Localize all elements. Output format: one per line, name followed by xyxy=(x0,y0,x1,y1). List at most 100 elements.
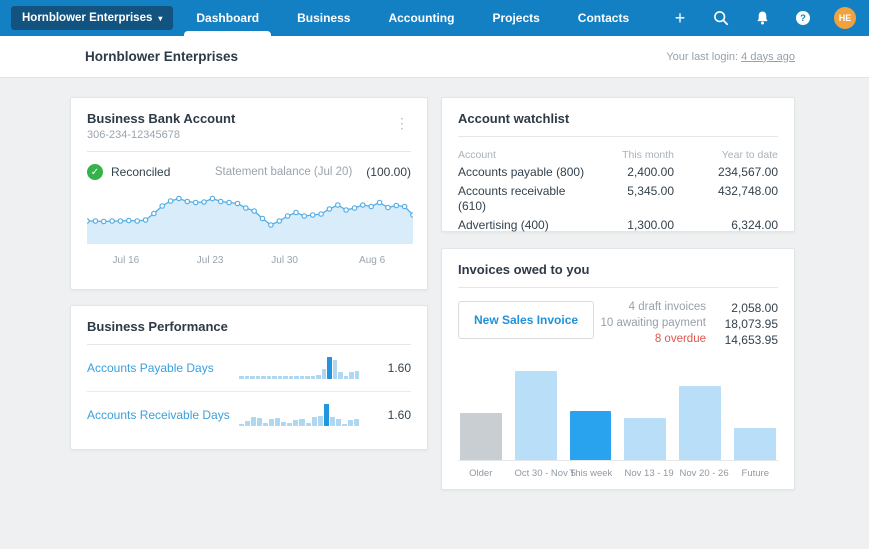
nav-tab-projects[interactable]: Projects xyxy=(492,0,539,36)
invoice-bar xyxy=(514,371,557,460)
invoices-chart-labels: Older Oct 30 - Nov 5 This week Nov 13 - 19 N… xyxy=(458,468,778,479)
bank-account-card: Business Bank Account 306-234-12345678 ⋮… xyxy=(70,97,428,290)
performance-card-title: Business Performance xyxy=(87,319,228,334)
reconciled-row: ✓ Reconciled Statement balance (Jul 20) … xyxy=(87,164,411,180)
performance-value: 1.60 xyxy=(387,361,411,375)
mini-bar xyxy=(310,376,315,379)
watchlist-month-cell: 5,345.00 xyxy=(627,184,674,198)
chevron-down-icon: ▾ xyxy=(158,13,163,23)
mini-bar xyxy=(316,374,321,379)
mini-bar xyxy=(343,375,348,379)
invoice-bar xyxy=(679,385,722,460)
performance-row: Accounts Receivable Days 1.60 xyxy=(87,392,411,438)
avatar[interactable]: HE xyxy=(834,7,856,29)
account-watchlist-card: Account watchlist Account This month Year … xyxy=(441,97,795,232)
business-performance-card: Business Performance Accounts Payable Da… xyxy=(70,305,428,450)
sparkline-svg xyxy=(84,195,416,244)
nav-right: + ? HE xyxy=(670,7,869,29)
mini-bar xyxy=(338,372,343,379)
mini-bar xyxy=(250,375,255,379)
invoice-bar xyxy=(569,410,612,460)
search-glyph xyxy=(714,11,729,26)
mini-bar xyxy=(332,360,337,379)
x-tick-label: Jul 30 xyxy=(271,255,298,266)
watchlist-month-cell: 1,300.00 xyxy=(627,218,674,232)
mini-bar xyxy=(275,417,281,426)
check-icon: ✓ xyxy=(87,164,103,180)
mini-bar-chart xyxy=(239,357,359,379)
nav-tab-contacts[interactable]: Contacts xyxy=(578,0,629,36)
performance-row: Accounts Payable Days 1.60 xyxy=(87,345,411,391)
watchlist-card-title: Account watchlist xyxy=(458,111,570,126)
x-tick-label: Aug 6 xyxy=(359,255,386,266)
mini-bar xyxy=(239,376,244,379)
plus-icon[interactable]: + xyxy=(670,8,690,28)
mini-bar xyxy=(305,423,311,426)
bell-icon[interactable] xyxy=(752,8,772,28)
summary-label: 10 awaiting payment xyxy=(600,317,706,329)
x-tick-label: Jul 23 xyxy=(196,255,224,266)
mini-bar xyxy=(245,420,251,426)
performance-metric-link[interactable]: Accounts Payable Days xyxy=(87,361,239,375)
right-column: Account watchlist Account This month Year … xyxy=(441,97,795,490)
help-icon[interactable]: ? xyxy=(793,8,813,28)
invoices-owed-card: Invoices owed to you New Sales Invoice 4… xyxy=(441,248,795,490)
mini-bar xyxy=(354,371,359,379)
watchlist-column-header: Year to date xyxy=(721,149,778,161)
mini-bar xyxy=(335,419,341,426)
search-icon[interactable] xyxy=(711,8,731,28)
invoice-bar-label: Future xyxy=(741,468,769,479)
invoice-bar xyxy=(624,417,667,460)
invoice-bar-label: This week xyxy=(569,468,613,479)
watchlist-account-cell: Accounts payable (800) xyxy=(458,165,585,179)
mini-bar xyxy=(349,372,354,379)
bank-balance-chart: Jul 16 Jul 23 Jul 30 Aug 6 xyxy=(84,186,416,269)
mini-bar-chart xyxy=(239,404,359,426)
summary-value: 14,653.95 xyxy=(724,333,778,347)
company-selector[interactable]: Hornblower Enterprises ▾ xyxy=(11,6,174,30)
performance-metric-link[interactable]: Accounts Receivable Days xyxy=(87,408,239,422)
mini-bar xyxy=(299,418,305,426)
bank-account-number: 306-234-12345678 xyxy=(87,129,180,141)
mini-bar xyxy=(327,357,332,379)
invoice-summary: 4 draft invoices 2,058.00 10 awaiting paym… xyxy=(601,301,778,347)
nav-tab-accounting[interactable]: Accounting xyxy=(388,0,454,36)
invoices-card-title: Invoices owed to you xyxy=(458,262,590,277)
bell-glyph xyxy=(756,11,768,25)
mini-bar xyxy=(257,417,263,426)
summary-label: 4 draft invoices xyxy=(628,301,706,313)
invoice-summary-row: 10 awaiting payment 18,073.95 xyxy=(601,317,778,331)
page-header: Hornblower Enterprises Your last login: … xyxy=(0,36,869,78)
nav-tab-dashboard[interactable]: Dashboard xyxy=(184,0,271,36)
mini-bar xyxy=(294,376,299,379)
mini-bar xyxy=(347,420,353,426)
invoice-bar-label: Nov 20 - 26 xyxy=(679,468,729,479)
invoices-top-row: New Sales Invoice 4 draft invoices 2,058.… xyxy=(458,301,778,347)
mini-bar xyxy=(341,423,347,426)
plus-glyph: + xyxy=(674,8,686,28)
mini-bar xyxy=(266,376,271,379)
mini-bar xyxy=(317,415,323,426)
invoice-bar-label: Nov 13 - 19 xyxy=(624,468,674,479)
invoice-bar-label: Oct 30 - Nov 5 xyxy=(514,468,576,479)
watchlist-ytd-cell: 6,324.00 xyxy=(731,218,778,232)
last-login-label: Your last login: xyxy=(666,50,739,63)
divider xyxy=(458,136,778,137)
statement-balance-label: Statement balance (Jul 20) xyxy=(214,166,353,178)
watchlist-ytd-cell: 432,748.00 xyxy=(717,184,778,198)
kebab-menu-icon[interactable]: ⋮ xyxy=(391,114,413,132)
watchlist-column-header: This month xyxy=(622,149,674,161)
last-login-link[interactable]: 4 days ago xyxy=(741,51,795,63)
new-sales-invoice-button[interactable]: New Sales Invoice xyxy=(458,301,595,339)
mini-bar xyxy=(272,375,277,379)
x-tick-label: Jul 16 xyxy=(112,255,140,266)
watchlist-ytd-cell: 234,567.00 xyxy=(717,165,778,179)
nav-tab-business[interactable]: Business xyxy=(297,0,350,36)
summary-value: 2,058.00 xyxy=(731,301,778,315)
divider xyxy=(87,151,411,152)
mini-bar xyxy=(299,376,304,379)
mini-bar xyxy=(293,420,299,426)
mini-bar xyxy=(239,423,245,426)
watchlist-column-header: Account xyxy=(458,149,496,161)
sparkline-axis: Jul 16 Jul 23 Jul 30 Aug 6 xyxy=(87,255,411,269)
